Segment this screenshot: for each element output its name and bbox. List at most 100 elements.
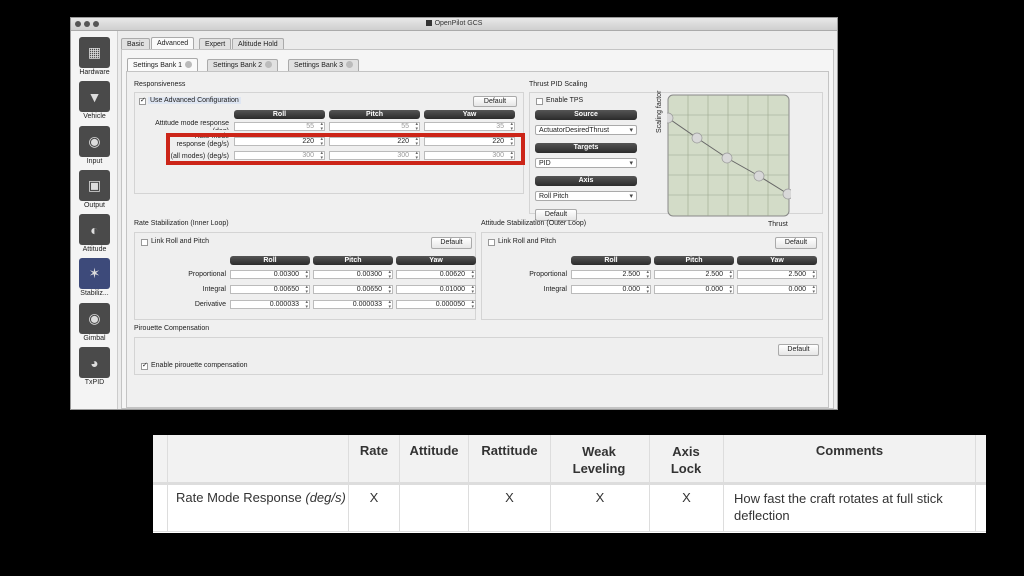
row-label-text: Rate Mode Response — [176, 490, 306, 505]
pirouette-label: Enable pirouette compensation — [151, 362, 248, 369]
axis-select[interactable]: Roll Pitch — [535, 191, 637, 201]
title-bar: OpenPilot GCS — [71, 18, 837, 31]
use-advanced-checkbox[interactable]: ✓ — [139, 97, 146, 105]
rate-link-checkbox[interactable] — [141, 239, 148, 246]
bank-panel: Responsiveness ✓ Use Advanced Configurat… — [126, 71, 829, 408]
pirouette-checkbox[interactable]: ✓ — [141, 362, 148, 370]
thrust-title: Thrust PID Scaling — [529, 81, 588, 88]
rate-roll-d-input[interactable]: 0.000033 — [230, 300, 310, 310]
rate-stab-title: Rate Stabilization (Inner Loop) — [134, 220, 229, 227]
header-attitude: Attitude — [400, 443, 468, 458]
pirouette-default-button[interactable]: Default — [778, 344, 819, 356]
att-stab-title: Attitude Stabilization (Outer Loop) — [481, 220, 587, 227]
sidebar-item-txpid[interactable]: ◕ TxPID — [73, 347, 116, 389]
sidebar-item-hardware[interactable]: ▦ Hardware — [73, 37, 116, 79]
rate-yaw-p-input[interactable]: 0.00620 — [396, 270, 476, 280]
sidebar-item-label: TxPID — [84, 379, 105, 386]
header-comments: Comments — [724, 443, 975, 458]
camera-icon: ◉ — [79, 303, 110, 334]
att-yaw-p-input[interactable]: 2.500 — [737, 270, 817, 280]
att-roll-p-input[interactable]: 2.500 — [571, 270, 651, 280]
highlight-box — [166, 133, 525, 165]
row-label: Rate Mode Response (deg/s) — [176, 490, 346, 505]
attitude-icon: ◐ — [79, 214, 110, 245]
sidebar-item-stabilization[interactable]: ✶ Stabiliz... — [73, 258, 116, 300]
thrust-group: Enable TPS Source ActuatorDesiredThrust … — [529, 91, 823, 228]
motor-icon: ▣ — [79, 170, 110, 201]
vehicle-icon: ▼ — [79, 81, 110, 112]
rate-pitch-p-input[interactable]: 0.00300 — [313, 270, 393, 280]
enable-tps-label: Enable TPS — [546, 97, 584, 104]
tab-settings-bank-1[interactable]: Settings Bank 1 — [127, 58, 199, 71]
pitch-header: Pitch — [329, 110, 420, 119]
rate-roll-p-input[interactable]: 0.00300 — [230, 270, 310, 280]
yaw-header: Yaw — [396, 256, 476, 265]
rate-roll-i-input[interactable]: 0.00650 — [230, 285, 310, 295]
cell-axis-lock: X — [682, 490, 691, 505]
rate-link-label: Link Roll and Pitch — [151, 238, 209, 245]
yaw-header: Yaw — [737, 256, 817, 265]
rate-default-button[interactable]: Default — [431, 237, 472, 249]
rate-stab-group: Link Roll and Pitch Default Roll Pitch Y… — [134, 232, 476, 320]
gauge-icon: ◕ — [79, 347, 110, 378]
app-window: OpenPilot GCS ▦ Hardware ▼ Vehicle ◉ Inp… — [70, 17, 838, 410]
magnifier-icon — [265, 61, 273, 68]
header-axis-lock: Axis Lock — [659, 443, 713, 477]
tab-basic[interactable]: Basic — [121, 38, 151, 49]
rate-yaw-i-input[interactable]: 0.01000 — [396, 285, 476, 295]
tab-settings-bank-2[interactable]: Settings Bank 2 — [207, 59, 279, 71]
thrust-curve-plot[interactable] — [667, 94, 791, 218]
magnifier-icon — [185, 61, 193, 68]
responsiveness-default-button[interactable]: Default — [473, 96, 517, 107]
att-pitch-i-input[interactable]: 0.000 — [654, 285, 734, 295]
attitude-pitch-input[interactable]: 55 — [329, 122, 420, 132]
tab-label: Settings Bank 1 — [133, 62, 183, 69]
curve-point[interactable] — [721, 152, 733, 164]
sidebar-item-input[interactable]: ◉ Input — [73, 126, 116, 168]
transmitter-icon: ◉ — [79, 126, 110, 157]
att-link-checkbox[interactable] — [488, 239, 495, 246]
sidebar-item-label: Vehicle — [83, 113, 106, 120]
sidebar-item-label: Attitude — [82, 246, 107, 253]
sidebar-item-attitude[interactable]: ◐ Attitude — [73, 214, 116, 256]
att-roll-i-input[interactable]: 0.000 — [571, 285, 651, 295]
axis-header: Axis — [535, 176, 637, 186]
curve-point[interactable] — [782, 188, 791, 200]
curve-point[interactable] — [691, 132, 703, 144]
att-pitch-p-input[interactable]: 2.500 — [654, 270, 734, 280]
attitude-response-label: Attitude mode response (deg) — [155, 120, 229, 130]
curve-point[interactable] — [753, 170, 765, 182]
magnifier-icon — [346, 61, 354, 68]
sidebar-item-output[interactable]: ▣ Output — [73, 170, 116, 212]
pirouette-group: Default ✓ Enable pirouette compensation — [134, 337, 823, 375]
att-yaw-i-input[interactable]: 0.000 — [737, 285, 817, 295]
rate-pitch-i-input[interactable]: 0.00650 — [313, 285, 393, 295]
sidebar-item-gimbal[interactable]: ◉ Gimbal — [73, 303, 116, 345]
advanced-panel: Settings Bank 1 Settings Bank 2 Settings… — [121, 49, 834, 409]
tab-altitude-hold[interactable]: Altitude Hold — [232, 38, 284, 49]
tab-label: Settings Bank 3 — [294, 62, 344, 69]
attitude-yaw-input[interactable]: 35 — [424, 122, 515, 132]
pitch-header: Pitch — [313, 256, 393, 265]
targets-select[interactable]: PID — [535, 158, 637, 168]
tab-expert[interactable]: Expert — [199, 38, 232, 49]
rate-pitch-d-input[interactable]: 0.000033 — [313, 300, 393, 310]
tab-advanced[interactable]: Advanced — [151, 37, 195, 49]
sidebar-item-vehicle[interactable]: ▼ Vehicle — [73, 81, 116, 123]
mode-table: Rate Attitude Rattitude Weak Leveling Ax… — [153, 435, 986, 533]
att-default-button[interactable]: Default — [775, 237, 817, 249]
att-link-label: Link Roll and Pitch — [498, 238, 556, 245]
attitude-roll-input[interactable]: 55 — [234, 122, 325, 132]
proportional-label: Proportional — [188, 271, 226, 278]
sidebar: ▦ Hardware ▼ Vehicle ◉ Input ▣ Output ◐ … — [71, 31, 118, 409]
sidebar-item-label: Input — [86, 158, 103, 165]
tab-settings-bank-3[interactable]: Settings Bank 3 — [288, 59, 360, 71]
enable-tps-checkbox[interactable] — [536, 98, 543, 105]
chip-icon: ▦ — [79, 37, 110, 68]
header-rattitude: Rattitude — [469, 443, 550, 458]
integral-label: Integral — [543, 286, 567, 293]
source-select[interactable]: ActuatorDesiredThrust — [535, 125, 637, 135]
rate-yaw-d-input[interactable]: 0.000050 — [396, 300, 476, 310]
sidebar-item-label: Hardware — [79, 69, 110, 76]
row-divider — [153, 531, 986, 532]
